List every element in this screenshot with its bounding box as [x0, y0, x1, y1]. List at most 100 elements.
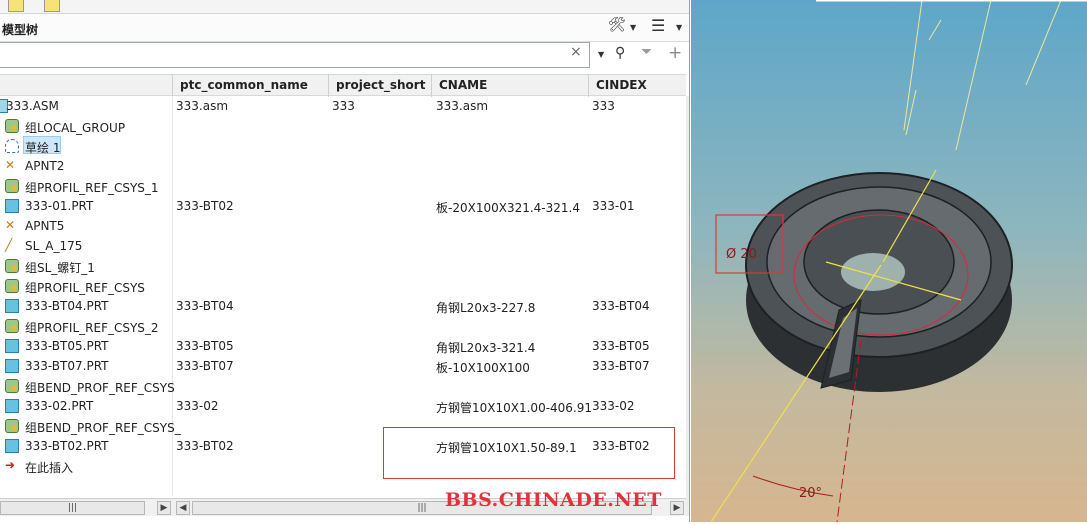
tree-row[interactable]: 组PROFIL_REF_CSYS [0, 276, 686, 296]
tree-item-label: 组PROFIL_REF_CSYS [25, 281, 145, 295]
part-icon [5, 199, 19, 213]
cell-cindex: 333-02 [592, 399, 635, 413]
tree-item-label: 333-01.PRT [25, 199, 94, 213]
curve-icon: ╱ [5, 238, 13, 252]
tree-row[interactable]: ╱ SL_A_175 [0, 236, 686, 256]
scroll-left-arrow[interactable]: ◀ [176, 501, 190, 515]
add-icon[interactable]: + [668, 43, 682, 63]
part-icon [5, 339, 19, 353]
cell-cindex: 333-BT04 [592, 299, 650, 313]
column-separator[interactable] [588, 75, 589, 97]
settings-list-icon[interactable]: ☰ [651, 16, 665, 35]
tree-item-label: 组BEND_PROF_REF_CSYS_ [25, 421, 181, 435]
tree-row[interactable]: 333-01.PRT 333-BT02 板-20X100X321.4-321.4 33… [0, 196, 686, 216]
binoculars-icon[interactable]: ⚲ [615, 45, 625, 61]
vertical-scrollbar[interactable] [686, 96, 689, 516]
column-header[interactable]: CINDEX [596, 78, 647, 92]
toolbar-star-icon[interactable] [44, 0, 60, 12]
toolbar-folder-icon[interactable] [8, 0, 24, 12]
part-icon [5, 399, 19, 413]
cell-common-name: 333-BT02 [176, 439, 234, 453]
funnel-icon[interactable]: ⏷ [641, 44, 652, 60]
clear-icon[interactable]: × [570, 44, 582, 60]
tree-row[interactable]: ✕ APNT2 [0, 156, 686, 176]
chevron-down-icon[interactable]: ▼ [676, 23, 682, 32]
search-input[interactable] [0, 42, 590, 68]
column-header[interactable]: ptc_common_name [180, 78, 308, 92]
cell-cname: 板-20X100X321.4-321.4 [436, 201, 580, 215]
group-icon [5, 379, 19, 393]
cell-cname: 角钢L20x3-321.4 [436, 341, 536, 355]
tree-row[interactable]: 333-02.PRT 333-02 方钢管10X10X1.00-406.91 333-… [0, 396, 686, 416]
tree-item-label: 333-BT07.PRT [25, 359, 109, 373]
angle-dimension-label: 20° [799, 486, 822, 501]
cell-common-name: 333-BT05 [176, 339, 234, 353]
group-icon [5, 259, 19, 273]
tree-item-label: 组PROFIL_REF_CSYS_1 [25, 181, 159, 195]
cell-cindex: 333-BT07 [592, 359, 650, 373]
tree-item-label: 333-02.PRT [25, 399, 94, 413]
tree-row[interactable]: 组BEND_PROF_REF_CSYS [0, 376, 686, 396]
group-icon [5, 419, 19, 433]
tree-row[interactable]: 333-BT04.PRT 333-BT04 角钢L20x3-227.8 333-BT0… [0, 296, 686, 316]
scroll-right-arrow[interactable]: ▶ [670, 501, 684, 515]
ring-model [745, 172, 1013, 392]
part-icon [5, 299, 19, 313]
tree-row[interactable]: ✕ APNT5 [0, 216, 686, 236]
tree-row[interactable]: 组LOCAL_GROUP [0, 116, 686, 136]
datum-point-icon: ✕ [5, 158, 16, 172]
chevron-down-icon[interactable]: ▼ [630, 23, 636, 32]
part-icon [5, 439, 19, 453]
tree-item-label: 组PROFIL_REF_CSYS_2 [25, 321, 159, 335]
tree-item-label: 333-BT02.PRT [25, 439, 109, 453]
column-separator[interactable] [328, 75, 329, 97]
column-separator[interactable] [431, 75, 432, 97]
column-header-row: ptc_common_name project_short CNAME CIND… [0, 74, 686, 97]
tree-row[interactable]: 333.ASM 333.asm 333 333.asm 333 [0, 96, 686, 116]
cell-cindex: 333-01 [592, 199, 635, 213]
column-separator[interactable] [172, 75, 173, 97]
group-icon [5, 119, 19, 133]
cell-common-name: 333-BT02 [176, 199, 234, 213]
tree-item-label: 组LOCAL_GROUP [25, 121, 126, 135]
top-toolbar-strip [0, 0, 689, 14]
watermark-text: BBS.CHINADE.NET [445, 489, 662, 511]
cell-cname: 方钢管10X10X1.00-406.91 [436, 401, 593, 415]
highlight-box [383, 427, 675, 479]
tree-row[interactable]: 333-BT05.PRT 333-BT05 角钢L20x3-321.4 333-BT0… [0, 336, 686, 356]
group-icon [5, 279, 19, 293]
cell-common-name: 333.asm [176, 99, 229, 113]
cell-project-short: 333 [332, 99, 355, 113]
panel-title: 模型树 [2, 23, 39, 37]
column-header[interactable]: CNAME [439, 78, 487, 92]
tree-item-label: 333-BT05.PRT [25, 339, 109, 353]
construction-lines [903, 0, 1062, 151]
cell-cindex: 333-BT05 [592, 339, 650, 353]
cell-cname: 333.asm [436, 99, 489, 113]
scroll-right-arrow[interactable]: ▶ [157, 501, 171, 515]
tree-item-label: 333.ASM [6, 99, 59, 113]
cell-cname: 板-10X100X100 [436, 361, 530, 375]
scroll-thumb-left[interactable]: ||| [0, 501, 145, 515]
cell-cname: 角钢L20x3-227.8 [436, 301, 536, 315]
cell-common-name: 333-BT07 [176, 359, 234, 373]
cell-common-name: 333-02 [176, 399, 219, 413]
3d-viewport[interactable]: Ø 20 20° [691, 0, 1087, 523]
group-icon [5, 319, 19, 333]
sketch-icon [5, 139, 19, 153]
model-graphics: Ø 20 20° [710, 0, 1087, 523]
datum-point-icon: ✕ [5, 218, 16, 232]
part-icon [5, 359, 19, 373]
insert-here-icon: ➜ [5, 458, 16, 472]
model-tree-panel: 模型树 🛠 ▼ ☰ ▼ × ▼ ⚲ ⏷ + ptc_common_name pr… [0, 0, 690, 522]
tree-item-label: 333-BT04.PRT [25, 299, 109, 313]
column-header[interactable]: project_short [336, 78, 425, 92]
tree-row[interactable]: 333-BT07.PRT 333-BT07 板-10X100X100 333-BT07 [0, 356, 686, 376]
tree-tools-icon[interactable]: 🛠 [608, 17, 626, 33]
tree-row[interactable]: 组SL_螺钉_1 [0, 256, 686, 276]
tree-row[interactable]: 草绘 1 [0, 136, 686, 156]
tree-row[interactable]: 组PROFIL_REF_CSYS_2 [0, 316, 686, 336]
tree-row[interactable]: 组PROFIL_REF_CSYS_1 [0, 176, 686, 196]
chevron-down-icon[interactable]: ▼ [598, 50, 604, 59]
tree-item-label: 草绘 1 [25, 141, 61, 155]
